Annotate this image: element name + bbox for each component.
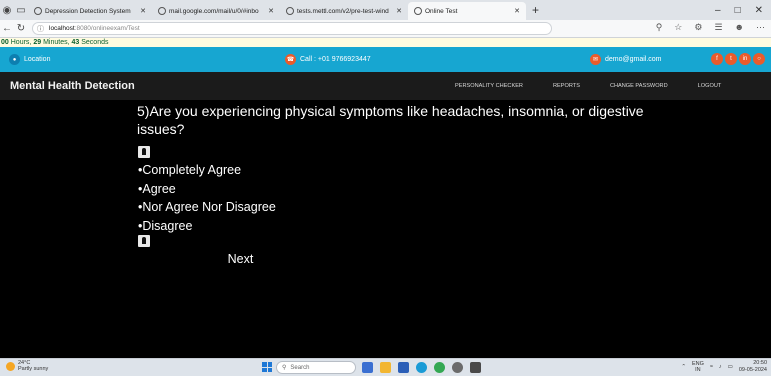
favorite-star-icon[interactable]: ☆ [674, 22, 682, 33]
twitter-icon[interactable]: t [725, 53, 737, 65]
wifi-icon[interactable]: ≈ [710, 364, 713, 370]
exam-timer: 00 Hours, 29 Minutes, 43 Seconds [0, 38, 771, 47]
tab-close-icon[interactable]: ✕ [510, 7, 520, 15]
browser-profile-icon[interactable]: ◉ [0, 3, 14, 17]
menu-reports[interactable]: REPORTS [553, 83, 580, 89]
zoom-icon[interactable]: ⚲ [656, 22, 663, 33]
tab-close-icon[interactable]: ✕ [264, 7, 274, 15]
location-link[interactable]: ● Location [9, 54, 50, 65]
location-pin-icon: ● [9, 54, 20, 65]
option-disagree[interactable]: •Disagree [138, 217, 276, 236]
tab-close-icon[interactable]: ✕ [136, 7, 146, 15]
question-text: 5)Are you experiencing physical symptoms… [137, 103, 644, 137]
terminal-icon[interactable] [470, 362, 481, 373]
social-links: f t in ○ [711, 53, 765, 65]
tab-actions-icon[interactable]: ▭ [14, 3, 28, 17]
next-button[interactable]: Next [220, 249, 261, 269]
minimize-icon[interactable]: – [715, 5, 721, 16]
file-explorer-icon[interactable] [380, 362, 391, 373]
menu-change-password[interactable]: CHANGE PASSWORD [610, 83, 668, 89]
microphone-icon[interactable] [138, 235, 150, 247]
address-bar-row: ← ↻ ⓘ localhost:8080/onlineexam/Test ⚲ ☆… [0, 20, 771, 38]
tab-favicon-icon [414, 7, 422, 15]
brand-title[interactable]: Mental Health Detection [10, 80, 135, 92]
collections-icon[interactable]: ☰ [714, 22, 722, 33]
menu-logout[interactable]: LOGOUT [698, 83, 722, 89]
clock[interactable]: 20:50 09-05-2024 [739, 360, 767, 374]
window-controls: – □ ✕ [715, 0, 771, 20]
windows-start-icon[interactable] [262, 362, 272, 372]
url-input[interactable]: ⓘ localhost:8080/onlineexam/Test [32, 22, 552, 35]
search-icon: ⚲ [282, 365, 287, 371]
chevron-up-icon[interactable]: ⌃ [681, 364, 686, 370]
linkedin-icon[interactable]: in [739, 53, 751, 65]
settings-icon[interactable] [452, 362, 463, 373]
battery-icon[interactable]: ▭ [728, 364, 733, 370]
browser-tab[interactable]: mail.google.com/mail/u/0/#inbo ✕ [152, 2, 280, 20]
main-menu: PERSONALITY CHECKER REPORTS CHANGE PASSW… [455, 83, 751, 89]
mail-icon: ✉ [590, 54, 601, 65]
close-window-icon[interactable]: ✕ [755, 5, 763, 16]
taskbar-apps [362, 362, 481, 373]
option-completely-agree[interactable]: •Completely Agree [138, 161, 276, 180]
phone-icon: ☎ [285, 54, 296, 65]
tab-favicon-icon [158, 7, 166, 15]
task-view-icon[interactable] [362, 362, 373, 373]
new-tab-icon[interactable]: + [526, 3, 545, 17]
reload-icon[interactable]: ↻ [14, 23, 28, 34]
browser-toolbar-icons: ⚲ ☆ ⚙ ☰ ☻ ⋯ [656, 22, 765, 33]
browser-tab[interactable]: Depression Detection System ✕ [28, 2, 152, 20]
store-icon[interactable] [398, 362, 409, 373]
maximize-icon[interactable]: □ [735, 5, 741, 16]
more-menu-icon[interactable]: ⋯ [756, 22, 765, 33]
contact-topbar: ● Location ☎ Call : +01 9766923447 ✉ dem… [0, 47, 771, 72]
profile-icon[interactable]: ☻ [735, 22, 744, 33]
menu-personality-checker[interactable]: PERSONALITY CHECKER [455, 83, 523, 89]
chrome-icon[interactable] [434, 362, 445, 373]
volume-icon[interactable]: ♪ [719, 364, 722, 370]
instagram-icon[interactable]: ○ [753, 53, 765, 65]
sun-icon [6, 361, 15, 371]
system-tray: ⌃ ENG IN ≈ ♪ ▭ 20:50 09-05-2024 [681, 360, 767, 374]
os-taskbar: 24°C Partly sunny ⚲ Search ⌃ ENG IN ≈ ♪ … [0, 358, 771, 376]
taskbar-search-input[interactable]: ⚲ Search [276, 361, 356, 374]
tab-favicon-icon [286, 7, 294, 15]
weather-widget[interactable]: 24°C Partly sunny [6, 360, 48, 372]
edge-icon[interactable] [416, 362, 427, 373]
option-agree[interactable]: •Agree [138, 180, 276, 199]
option-nor-agree-nor-disagree[interactable]: •Nor Agree Nor Disagree [138, 198, 276, 217]
site-info-icon[interactable]: ⓘ [37, 24, 44, 34]
tab-close-icon[interactable]: ✕ [392, 7, 402, 15]
extensions-icon[interactable]: ⚙ [694, 22, 702, 33]
browser-tab[interactable]: tests.mettl.com/v2/pre-test-wind ✕ [280, 2, 408, 20]
quiz-area: 5)Are you experiencing physical symptoms… [0, 100, 771, 358]
back-icon[interactable]: ← [0, 23, 14, 34]
call-link[interactable]: ☎ Call : +01 9766923447 [285, 54, 371, 65]
email-link[interactable]: ✉ demo@gmail.com [590, 54, 662, 65]
speak-question-icon[interactable] [138, 146, 150, 158]
facebook-icon[interactable]: f [711, 53, 723, 65]
tab-favicon-icon [34, 7, 42, 15]
site-header: Mental Health Detection PERSONALITY CHEC… [0, 72, 771, 100]
browser-tab-bar: ◉ ▭ Depression Detection System ✕ mail.g… [0, 0, 771, 20]
language-indicator[interactable]: ENG IN [692, 361, 704, 373]
answer-options: •Completely Agree •Agree •Nor Agree Nor … [138, 161, 276, 235]
browser-tab-active[interactable]: Online Test ✕ [408, 2, 526, 20]
